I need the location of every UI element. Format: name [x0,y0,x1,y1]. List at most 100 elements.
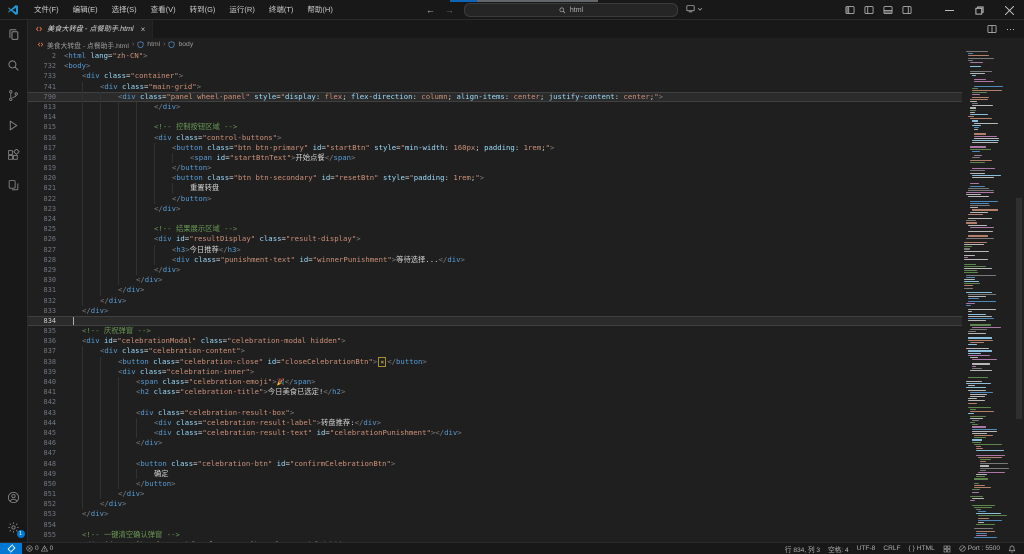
code-line-855[interactable]: 855<!-- 一键清空确认弹窗 --> [28,530,962,540]
restore-button[interactable] [964,0,994,20]
code-line-851[interactable]: 851</div> [28,489,962,499]
code-line-790[interactable]: 790<div class="panel wheel-panel" style=… [28,92,962,102]
minimap-line [968,190,994,191]
split-editor-icon[interactable] [987,24,997,34]
code-line-824[interactable]: 824 [28,214,962,224]
menu-7[interactable]: 帮助(H) [300,0,339,20]
code-editor[interactable]: 2<html lang="zh-CN">732<body>733<div cla… [28,51,962,542]
code-line-845[interactable]: 845<div class="celebration-result-text" … [28,428,962,438]
run-debug-icon[interactable] [0,110,28,140]
layout-launcher[interactable] [686,4,703,13]
minimap-line [978,515,1007,516]
code-line-844[interactable]: 844<div class="celebration-result-label"… [28,418,962,428]
code-line-848[interactable]: 848<button class="celebration-btn" id="c… [28,459,962,469]
code-line-829[interactable]: 829</div> [28,265,962,275]
breadcrumb-html[interactable]: html [147,41,160,48]
code-line-842[interactable]: 842 [28,397,962,407]
code-line-817[interactable]: 817<button class="btn btn-primary" id="s… [28,143,962,153]
account-icon[interactable] [0,482,28,512]
code-line-822[interactable]: 822</button> [28,194,962,204]
settings-gear-icon[interactable]: 1 [0,512,28,542]
editor-scrollbar[interactable] [1014,51,1024,542]
indentation[interactable]: 空格: 4 [824,543,853,554]
encoding[interactable]: UTF-8 [853,543,880,554]
scrollbar-thumb[interactable] [1016,198,1022,419]
source-control-icon[interactable] [0,80,28,110]
code-line-843[interactable]: 843<div class="celebration-result-box"> [28,408,962,418]
format-indicator[interactable] [939,543,955,554]
code-line-850[interactable]: 850</button> [28,479,962,489]
remote-indicator[interactable] [0,543,22,554]
code-line-840[interactable]: 840<span class="celebration-emoji">🎉</sp… [28,377,962,387]
code-line-816[interactable]: 816<div class="control-buttons"> [28,133,962,143]
code-line-839[interactable]: 839<div class="celebration-inner"> [28,367,962,377]
code-line-818[interactable]: 818<span id="startBtnText">开始点餐</span> [28,153,962,163]
tab-active-file[interactable]: 美食大转盘 - 点餐助手.html × [28,20,153,38]
code-line-853[interactable]: 853</div> [28,509,962,519]
minimap-line [972,429,997,430]
code-line-821[interactable]: 821重置转盘 [28,183,962,193]
code-line-813[interactable]: 813</div> [28,102,962,112]
language-mode[interactable]: { }HTML [905,543,939,554]
code-line-835[interactable]: 835<!-- 庆祝弹窗 --> [28,326,962,336]
toggle-bottom-panel-icon[interactable] [883,5,893,15]
pages-icon[interactable] [0,170,28,200]
code-line-2[interactable]: 2<html lang="zh-CN"> [28,51,962,61]
search-icon[interactable] [0,50,28,80]
menu-0[interactable]: 文件(F) [27,0,66,20]
toggle-panel-icon[interactable] [864,5,874,15]
tab-close-icon[interactable]: × [141,25,146,34]
breadcrumb-body[interactable]: body [178,41,193,48]
code-line-831[interactable]: 831</div> [28,285,962,295]
code-line-828[interactable]: 828<div class="punishment-text" id="winn… [28,255,962,265]
menu-6[interactable]: 终端(T) [262,0,301,20]
code-line-846[interactable]: 846</div> [28,438,962,448]
menu-3[interactable]: 查看(V) [144,0,183,20]
notifications-bell[interactable] [1004,543,1020,554]
extensions-icon[interactable] [0,140,28,170]
live-server-port[interactable]: Port : 5500 [955,543,1004,554]
explorer-icon[interactable] [0,20,28,50]
code-line-833[interactable]: 833</div> [28,306,962,316]
menu-1[interactable]: 编辑(E) [66,0,105,20]
code-line-854[interactable]: 854 [28,520,962,530]
problems-indicator[interactable]: 0 0 [22,543,57,554]
more-actions-icon[interactable]: ⋯ [1006,24,1016,35]
toggle-sidebar-icon[interactable] [845,5,855,15]
minimap[interactable] [962,51,1014,542]
code-line-830[interactable]: 830</div> [28,275,962,285]
code-line-825[interactable]: 825<!-- 结果展示区域 --> [28,224,962,234]
code-line-837[interactable]: 837<div class="celebration-content"> [28,346,962,356]
close-window-button[interactable] [994,0,1024,20]
code-line-823[interactable]: 823</div> [28,204,962,214]
eol-selector[interactable]: CRLF [879,543,904,554]
code-line-733[interactable]: 733<div class="container"> [28,71,962,81]
nav-back-icon[interactable]: ← [426,5,435,15]
code-line-832[interactable]: 832</div> [28,296,962,306]
code-line-814[interactable]: 814 [28,112,962,122]
line-number: 832 [28,296,56,306]
toggle-secondary-sidebar-icon[interactable] [902,5,912,15]
code-line-836[interactable]: 836<div id="celebrationModal" class="cel… [28,336,962,346]
code-line-815[interactable]: 815<!-- 控制按钮区域 --> [28,122,962,132]
code-line-741[interactable]: 741<div class="main-grid"> [28,82,962,92]
code-line-826[interactable]: 826<div id="resultDisplay" class="result… [28,234,962,244]
code-line-838[interactable]: 838<button class="celebration-close" id=… [28,357,962,367]
code-line-852[interactable]: 852</div> [28,499,962,509]
code-line-847[interactable]: 847 [28,448,962,458]
nav-forward-icon[interactable]: → [445,5,454,15]
code-line-841[interactable]: 841<h2 class="celebration-title">今日美食已选定… [28,387,962,397]
cursor-position[interactable]: 行 834, 列 3 [781,543,824,554]
minimize-button[interactable] [934,0,964,20]
command-center-search[interactable]: html [464,3,678,17]
code-line-732[interactable]: 732<body> [28,61,962,71]
breadcrumb-file[interactable]: 美食大转盘 - 点餐助手.html [47,40,129,50]
code-line-834[interactable]: 834 [28,316,962,326]
code-line-827[interactable]: 827<h3>今日推荐</h3> [28,245,962,255]
menu-2[interactable]: 选择(S) [105,0,144,20]
code-line-820[interactable]: 820<button class="btn btn-secondary" id=… [28,173,962,183]
menu-5[interactable]: 运行(R) [222,0,261,20]
menu-4[interactable]: 转到(G) [183,0,223,20]
code-line-819[interactable]: 819</button> [28,163,962,173]
code-line-849[interactable]: 849确定 [28,469,962,479]
